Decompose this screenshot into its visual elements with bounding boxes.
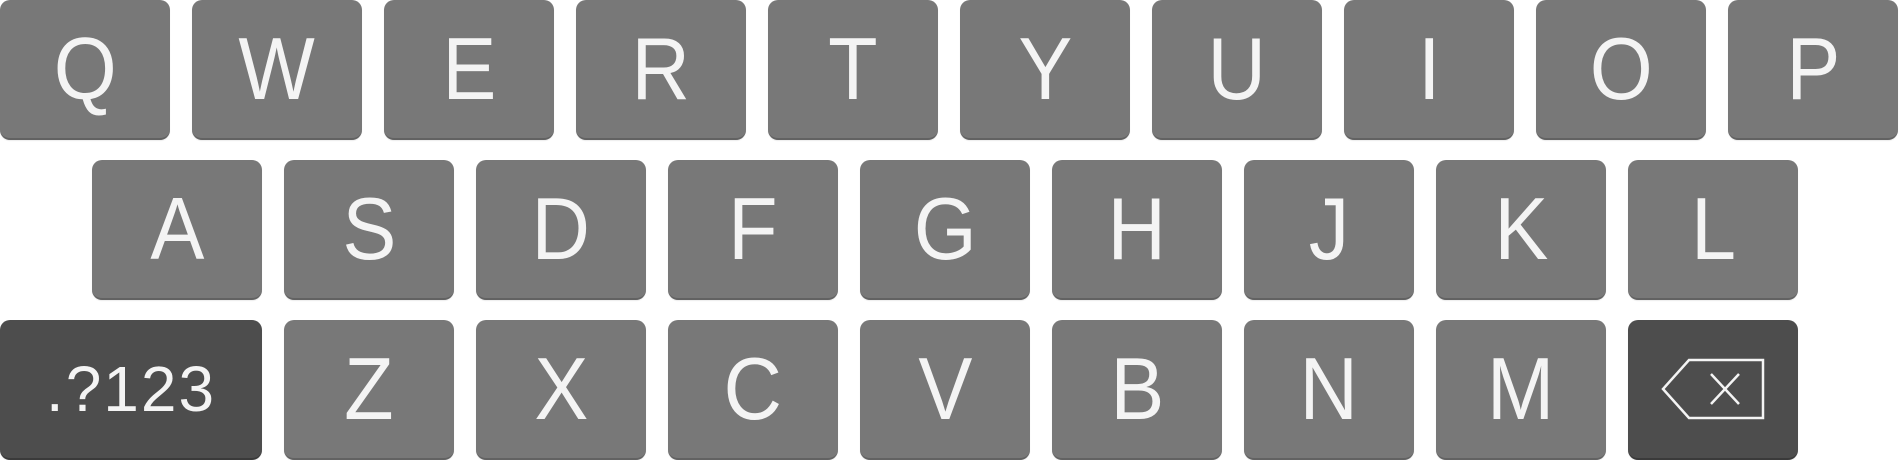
backspace-key[interactable] [1628, 320, 1798, 460]
key-t[interactable]: T [768, 0, 938, 140]
key-label: J [1308, 179, 1350, 278]
key-label: E [441, 19, 496, 118]
key-p[interactable]: P [1728, 0, 1898, 140]
key-label: F [728, 179, 778, 278]
key-e[interactable]: E [384, 0, 554, 140]
key-f[interactable]: F [668, 160, 838, 300]
key-d[interactable]: D [476, 160, 646, 300]
key-label: V [917, 339, 972, 438]
key-l[interactable]: L [1628, 160, 1798, 300]
key-label: U [1207, 19, 1267, 118]
key-h[interactable]: H [1052, 160, 1222, 300]
symbols-key[interactable]: .?123 [0, 320, 262, 460]
key-label: H [1107, 179, 1167, 278]
key-j[interactable]: J [1244, 160, 1414, 300]
key-label: A [149, 179, 204, 278]
key-label: Y [1017, 19, 1072, 118]
key-label: Z [344, 339, 394, 438]
key-q[interactable]: Q [0, 0, 170, 140]
key-label: R [631, 19, 691, 118]
key-label: G [913, 179, 977, 278]
key-label: N [1299, 339, 1359, 438]
key-label: X [533, 339, 588, 438]
key-n[interactable]: N [1244, 320, 1414, 460]
key-w[interactable]: W [192, 0, 362, 140]
key-u[interactable]: U [1152, 0, 1322, 140]
key-s[interactable]: S [284, 160, 454, 300]
key-label: P [1785, 19, 1840, 118]
key-b[interactable]: B [1052, 320, 1222, 460]
key-label: L [1690, 179, 1736, 278]
key-o[interactable]: O [1536, 0, 1706, 140]
key-label: M [1487, 339, 1555, 438]
key-z[interactable]: Z [284, 320, 454, 460]
key-label: T [828, 19, 878, 118]
key-k[interactable]: K [1436, 160, 1606, 300]
key-label: Q [53, 19, 117, 118]
key-label: W [238, 19, 316, 118]
key-label: K [1493, 179, 1548, 278]
key-m[interactable]: M [1436, 320, 1606, 460]
key-y[interactable]: Y [960, 0, 1130, 140]
key-label: S [341, 179, 396, 278]
key-label: O [1589, 19, 1653, 118]
backspace-icon [1661, 358, 1765, 420]
key-label: I [1417, 19, 1441, 118]
key-a[interactable]: A [92, 160, 262, 300]
key-label: B [1109, 339, 1164, 438]
symbols-key-label: .?123 [45, 353, 217, 425]
keyboard: Q W E R T Y U I O P A S D F G H J K L .?… [0, 0, 1900, 460]
key-label: D [531, 179, 591, 278]
key-label: C [723, 339, 783, 438]
key-x[interactable]: X [476, 320, 646, 460]
key-v[interactable]: V [860, 320, 1030, 460]
key-c[interactable]: C [668, 320, 838, 460]
key-r[interactable]: R [576, 0, 746, 140]
key-g[interactable]: G [860, 160, 1030, 300]
key-i[interactable]: I [1344, 0, 1514, 140]
